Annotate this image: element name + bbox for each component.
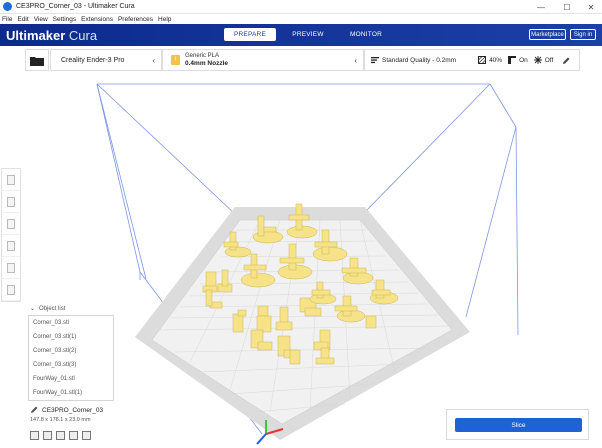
view-left-icon[interactable]	[69, 431, 78, 440]
menu-settings[interactable]: Settings	[53, 16, 77, 23]
close-button[interactable]: ✕	[580, 0, 602, 14]
mirror-tool-button[interactable]	[2, 235, 20, 257]
app-logo: Ultimaker Cura	[6, 28, 97, 43]
menu-preferences[interactable]: Preferences	[118, 16, 153, 23]
logo-bold: Ultimaker	[6, 28, 66, 43]
support-icon	[508, 56, 517, 64]
per-model-icon	[7, 262, 15, 273]
chevron-down-icon: ⌄	[30, 306, 36, 312]
open-file-button[interactable]	[25, 49, 49, 71]
logo-light: Cura	[68, 28, 98, 43]
object-list: Corner_03.stl Corner_03.stl(1) Corner_03…	[28, 315, 114, 401]
menu-bar: File Edit View Settings Extensions Prefe…	[0, 14, 602, 24]
chevron-left-icon: ‹	[152, 56, 155, 65]
quality-icon	[371, 57, 379, 64]
folder-icon	[30, 56, 44, 66]
menu-file[interactable]: File	[2, 16, 12, 23]
object-list-header: Object list	[39, 305, 66, 312]
chevron-left-icon: ‹	[354, 56, 357, 65]
tab-monitor[interactable]: MONITOR	[340, 28, 392, 41]
printer-name: Creality Ender-3 Pro	[61, 56, 125, 64]
build-plate	[151, 219, 453, 425]
app-header: Ultimaker Cura PREPARE PREVIEW MONITOR M…	[0, 24, 602, 46]
rotate-icon	[7, 218, 15, 229]
stage-tabs: PREPARE PREVIEW MONITOR	[224, 28, 398, 41]
action-panel: Slice	[446, 409, 589, 440]
nozzle-size: 0.4mm Nozzle	[185, 60, 228, 67]
signin-button[interactable]: Sign in	[570, 29, 596, 40]
job-name-label: CE3PRO_Corner_03	[42, 406, 104, 414]
menu-help[interactable]: Help	[158, 16, 171, 23]
material-selector[interactable]: ! Generic PLA 0.4mm Nozzle ‹	[162, 49, 364, 71]
list-item[interactable]: Corner_03.stl(1)	[29, 330, 113, 344]
support-value: On	[519, 56, 528, 64]
job-name[interactable]: CE3PRO_Corner_03	[30, 406, 103, 414]
scale-icon	[7, 196, 15, 207]
support-blocker-button[interactable]	[2, 279, 20, 301]
job-dimensions: 147.8 x 178.1 x 23.0 mm	[30, 417, 91, 423]
rotate-tool-button[interactable]	[2, 213, 20, 235]
view-orientation-buttons	[30, 431, 95, 440]
infill-value: 40%	[489, 56, 503, 64]
list-item[interactable]: FourWay_01.stl(1)	[29, 386, 113, 400]
marketplace-button[interactable]: Marketplace	[529, 29, 566, 40]
menu-view[interactable]: View	[34, 16, 48, 23]
list-item[interactable]: Corner_03.stl	[29, 316, 113, 330]
support-blocker-icon	[7, 284, 15, 295]
quality-label: Standard Quality - 0.2mm	[382, 56, 457, 64]
tab-preview[interactable]: PREVIEW	[282, 28, 334, 41]
left-toolbar	[1, 168, 21, 302]
adhesion-icon	[533, 56, 542, 64]
move-tool-button[interactable]	[2, 169, 20, 191]
title-bar: CE3PRO_Corner_03 - Ultimaker Cura — ☐ ✕	[0, 0, 602, 14]
print-settings-selector[interactable]: Standard Quality - 0.2mm 40% On Off	[364, 49, 580, 71]
material-icon: !	[171, 55, 180, 65]
material-name: Generic PLA	[185, 53, 220, 59]
object-list-toggle[interactable]: ⌄ Object list	[30, 305, 66, 313]
menu-edit[interactable]: Edit	[17, 16, 28, 23]
slice-button[interactable]: Slice	[455, 418, 582, 432]
stage-toolbar: Creality Ender-3 Pro ‹ ! Generic PLA 0.4…	[0, 46, 602, 72]
minimize-button[interactable]: —	[530, 0, 552, 14]
edit-pencil-icon	[31, 406, 38, 413]
edit-pencil-icon[interactable]	[562, 57, 570, 65]
printer-selector[interactable]: Creality Ender-3 Pro ‹	[50, 49, 162, 71]
view-3d-icon[interactable]	[30, 431, 39, 440]
menu-extensions[interactable]: Extensions	[81, 16, 113, 23]
view-front-icon[interactable]	[43, 431, 52, 440]
move-icon	[7, 174, 15, 185]
per-model-settings-button[interactable]	[2, 257, 20, 279]
list-item[interactable]: Corner_03.stl(3)	[29, 358, 113, 372]
list-item[interactable]: Corner_03.stl(2)	[29, 344, 113, 358]
view-top-icon[interactable]	[56, 431, 65, 440]
infill-icon	[478, 56, 487, 64]
tab-prepare[interactable]: PREPARE	[224, 28, 276, 41]
cura-app-icon	[3, 2, 12, 11]
list-item[interactable]: FourWay_01.stl	[29, 372, 113, 386]
window-title: CE3PRO_Corner_03 - Ultimaker Cura	[16, 3, 135, 10]
scale-tool-button[interactable]	[2, 191, 20, 213]
mirror-icon	[7, 240, 15, 251]
view-right-icon[interactable]	[82, 431, 91, 440]
adhesion-value: Off	[544, 56, 554, 64]
maximize-button[interactable]: ☐	[556, 0, 578, 14]
